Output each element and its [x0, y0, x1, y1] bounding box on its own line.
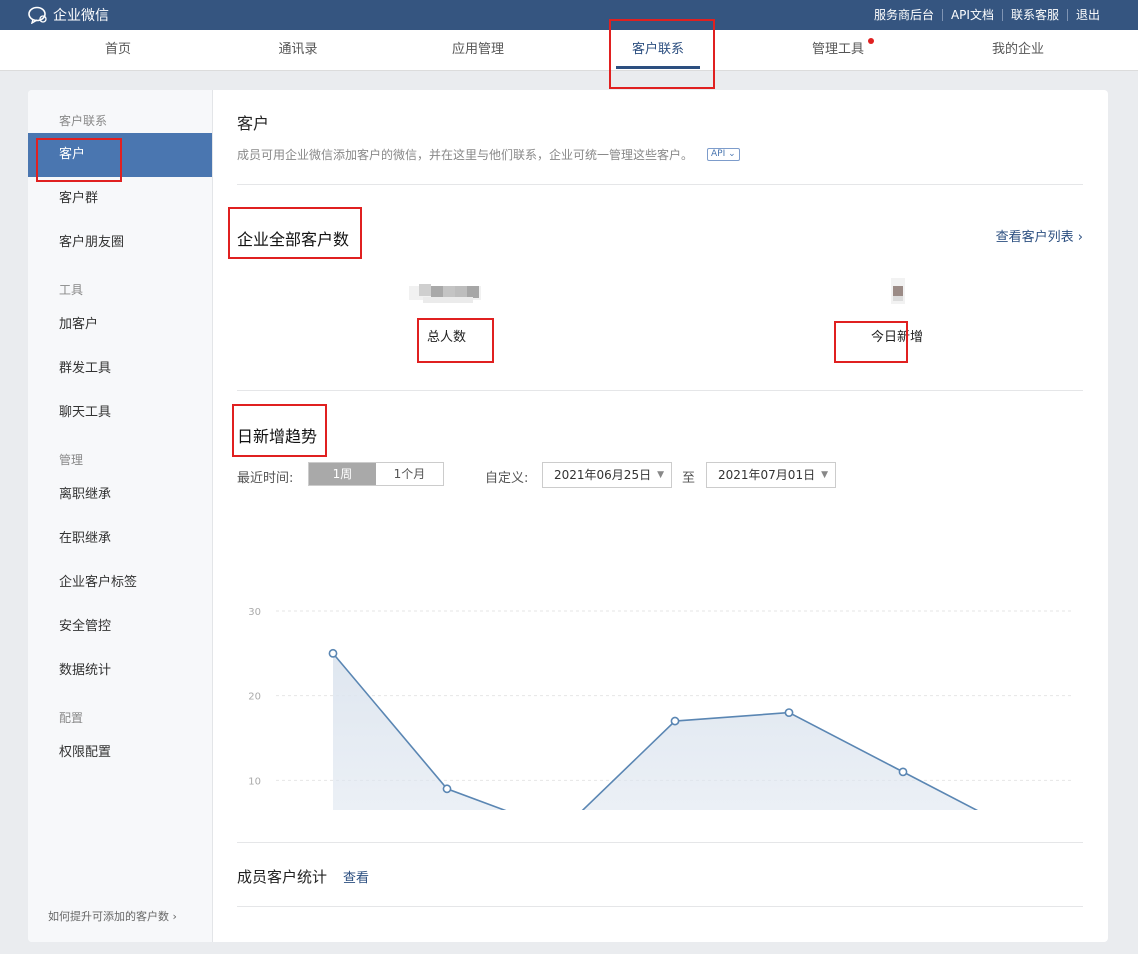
data-point [442, 784, 452, 794]
sidebar-item-customer-groups[interactable]: 客户群 [28, 177, 212, 221]
daily-trend-title: 日新增趋势 [237, 427, 318, 446]
y-tick-label: 10 [248, 776, 261, 787]
contact-support-link[interactable]: 联系客服 [1001, 9, 1067, 21]
divider [237, 842, 1083, 843]
sidebar-item-onjob-transfer[interactable]: 在职继承 [28, 517, 212, 561]
sidebar-item-chat-tools[interactable]: 聊天工具 [28, 391, 212, 435]
wecom-logo-icon [28, 6, 47, 24]
start-date-select[interactable]: 2021年06月25日 ▼ [542, 462, 672, 488]
time-range-toggle: 1周 1个月 [308, 462, 444, 486]
nav-customer-contact[interactable]: 客户联系 [598, 30, 718, 70]
data-point [328, 648, 338, 658]
custom-range-label: 自定义: [485, 471, 529, 486]
y-tick-label: 20 [248, 692, 261, 703]
nav-contacts[interactable]: 通讯录 [238, 30, 358, 70]
view-customer-list-link[interactable]: 查看客户列表 › [996, 226, 1083, 245]
total-count-label: 总人数 [427, 330, 467, 345]
sidebar-item-moments[interactable]: 客户朋友圈 [28, 221, 212, 265]
range-1-week-button[interactable]: 1周 [309, 463, 376, 485]
data-point [898, 767, 908, 777]
page-title: 客户 [237, 114, 270, 133]
daily-trend-chart: 01020306-256-266-276-286-296-307-1 [248, 607, 1074, 810]
sidebar-item-permissions[interactable]: 权限配置 [28, 731, 212, 775]
sidebar-item-broadcast[interactable]: 群发工具 [28, 347, 212, 391]
sidebar-group-management: 管理 [59, 453, 84, 467]
main-nav: 首页 通讯录 应用管理 客户联系 管理工具 我的企业 [0, 30, 1138, 71]
total-count-value-blurred [409, 284, 481, 303]
api-docs-link[interactable]: API文档 [941, 9, 1002, 21]
nav-management-tools[interactable]: 管理工具 [778, 30, 898, 70]
end-date-select[interactable]: 2021年07月01日 ▼ [706, 462, 836, 488]
to-label: 至 [682, 471, 696, 486]
divider [237, 906, 1083, 907]
series-area [333, 653, 977, 810]
divider [237, 390, 1083, 391]
top-bar: 企业微信 服务商后台 API文档 联系客服 退出 [0, 0, 1138, 30]
sidebar-item-customer-tags[interactable]: 企业客户标签 [28, 561, 212, 605]
chevron-down-icon: ▼ [657, 470, 664, 480]
end-date-value: 2021年07月01日 [718, 468, 816, 482]
today-new-value-blurred [891, 278, 905, 304]
main-content: 客户 成员可用企业微信添加客户的微信，并在这里与他们联系，企业可统一管理这些客户… [237, 90, 1083, 942]
service-provider-link[interactable]: 服务商后台 [866, 9, 942, 21]
all-customers-title: 企业全部客户数 [237, 230, 350, 249]
nav-app-management[interactable]: 应用管理 [418, 30, 538, 70]
top-links: 服务商后台 API文档 联系客服 退出 [866, 0, 1108, 30]
y-tick-label: 30 [248, 607, 261, 618]
sidebar-group-tools: 工具 [59, 283, 84, 297]
sidebar-item-customers[interactable]: 客户 [28, 133, 212, 177]
member-stats-title: 成员客户统计 [237, 868, 328, 886]
page-description: 成员可用企业微信添加客户的微信，并在这里与他们联系，企业可统一管理这些客户。 A… [237, 146, 740, 163]
data-point [784, 708, 794, 717]
chevron-down-icon: ▼ [821, 470, 828, 480]
member-stats-view-link[interactable]: 查看 [343, 867, 369, 886]
today-new-label: 今日新增 [871, 330, 924, 345]
sidebar-item-add-customer[interactable]: 加客户 [28, 303, 212, 347]
sidebar-item-security[interactable]: 安全管控 [28, 605, 212, 649]
app-title: 企业微信 [53, 8, 109, 24]
improve-limit-link[interactable]: 如何提升可添加的客户数 › [48, 908, 177, 924]
logout-link[interactable]: 退出 [1066, 9, 1108, 21]
description-text: 成员可用企业微信添加客户的微信，并在这里与他们联系，企业可统一管理这些客户。 [237, 148, 694, 162]
nav-my-enterprise[interactable]: 我的企业 [958, 30, 1078, 70]
sidebar-group-config: 配置 [59, 711, 84, 725]
notification-dot [868, 38, 874, 44]
sidebar-item-statistics[interactable]: 数据统计 [28, 649, 212, 693]
sidebar-item-resigned-transfer[interactable]: 离职继承 [28, 473, 212, 517]
api-dropdown-button[interactable]: API ⌄ [707, 148, 740, 161]
sidebar-group-customer-contact: 客户联系 [59, 114, 108, 128]
sidebar: 客户联系 客户 客户群 客户朋友圈 工具 加客户 群发工具 聊天工具 管理 离职… [28, 90, 213, 942]
recent-time-label: 最近时间: [237, 471, 294, 486]
start-date-value: 2021年06月25日 [554, 468, 652, 482]
divider [237, 184, 1083, 185]
app-logo[interactable]: 企业微信 [28, 5, 109, 25]
content-panel: 客户联系 客户 客户群 客户朋友圈 工具 加客户 群发工具 聊天工具 管理 离职… [28, 90, 1108, 942]
nav-home[interactable]: 首页 [58, 30, 178, 70]
data-point [670, 716, 680, 726]
range-1-month-button[interactable]: 1个月 [376, 463, 443, 485]
